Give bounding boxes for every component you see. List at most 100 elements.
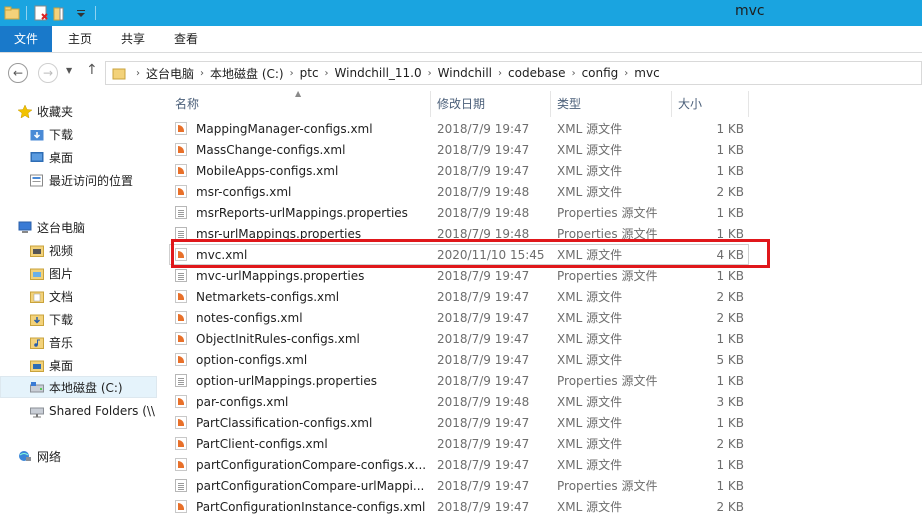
nav-downloads[interactable]: 下载 [0,123,157,145]
nav-desktop[interactable]: 桌面 [0,146,157,168]
column-header-date[interactable]: 修改日期 [431,91,551,117]
file-date: 2018/7/9 19:47 [437,352,530,367]
properties-file-icon [175,269,187,282]
tab-file[interactable]: 文件 [0,26,52,52]
nav-local-disk[interactable]: 本地磁盘 (C:) [0,376,157,398]
file-date: 2018/7/9 19:47 [437,163,530,178]
file-type: XML 源文件 [557,164,623,178]
address-bar[interactable]: › 这台电脑 › 本地磁盘 (C:) › ptc › Windchill_11.… [105,61,922,85]
file-row[interactable]: partConfigurationCompare-urlMappi... 2018… [169,475,749,496]
nav-downloads-pc[interactable]: 下载 [0,308,157,330]
forward-button[interactable]: → [38,63,58,83]
folder-icon[interactable] [4,5,20,21]
file-row[interactable]: PartConfigurationInstance-configs.xml 201… [169,496,749,517]
nav-pictures[interactable]: 图片 [0,262,157,284]
new-folder-icon[interactable] [53,5,69,21]
tab-home[interactable]: 主页 [60,26,100,52]
nav-recent-places[interactable]: 最近访问的位置 [0,169,157,191]
file-date: 2018/7/9 19:47 [437,436,530,451]
customize-toolbar-icon[interactable] [73,5,89,21]
breadcrumb-windchill-11[interactable]: Windchill_11.0 [335,66,422,80]
file-row[interactable]: Netmarkets-configs.xml 2018/7/9 19:47 XML … [169,286,749,307]
back-button[interactable]: ← [8,63,28,83]
file-name: PartConfigurationInstance-configs.xml [196,499,426,514]
file-date: 2018/7/9 19:47 [437,457,530,472]
file-row[interactable]: MappingManager-configs.xml 2018/7/9 19:47… [169,118,749,139]
breadcrumb-windchill[interactable]: Windchill [438,66,492,80]
file-name-cell: MobileApps-configs.xml [169,164,431,178]
nav-label: 图片 [49,266,74,281]
recent-places-icon [30,174,44,187]
file-date: 2018/7/9 19:47 [437,415,530,430]
file-row[interactable]: option-urlMappings.properties 2018/7/9 19… [169,370,749,391]
file-row[interactable]: option-configs.xml 2018/7/9 19:47 XML 源文件 5… [169,349,749,370]
xml-file-icon [175,437,187,450]
title-bar: mvc [0,0,922,26]
file-row[interactable]: mvc-urlMappings.properties 2018/7/9 19:47… [169,265,749,286]
file-type: XML 源文件 [557,290,623,304]
chevron-right-icon[interactable]: › [428,68,432,79]
file-row[interactable]: msr-configs.xml 2018/7/9 19:48 XML 源文件 2 KB [169,181,749,202]
file-row[interactable]: ObjectInitRules-configs.xml 2018/7/9 19:4… [169,328,749,349]
file-size: 1 KB [716,142,744,157]
file-name-cell: partConfigurationCompare-urlMappi... [169,479,431,493]
file-name: partConfigurationCompare-configs.x... [196,457,427,472]
file-date: 2018/7/9 19:47 [437,142,530,157]
column-header-size[interactable]: 大小 [672,91,749,117]
chevron-right-icon[interactable]: › [498,68,502,79]
drive-icon [30,381,44,394]
recent-locations-button[interactable]: ▼ [66,66,72,75]
file-name: partConfigurationCompare-urlMappi... [196,478,425,493]
file-date: 2018/7/9 19:47 [437,121,530,136]
tab-share[interactable]: 共享 [113,26,153,52]
file-row[interactable]: par-configs.xml 2018/7/9 19:48 XML 源文件 3 KB [169,391,749,412]
properties-icon[interactable] [33,5,49,21]
file-date: 2018/7/9 19:48 [437,394,530,409]
file-name-cell: option-configs.xml [169,353,431,367]
file-row[interactable]: msrReports-urlMappings.properties 2018/7/… [169,202,749,223]
breadcrumb-local-disk[interactable]: 本地磁盘 (C:) [210,65,284,82]
properties-file-icon [175,374,187,387]
breadcrumb-mvc[interactable]: mvc [634,66,659,80]
chevron-right-icon[interactable]: › [572,68,576,79]
arrow-left-icon: ← [12,66,24,80]
column-header-name[interactable]: 名称 [169,91,431,117]
chevron-right-icon[interactable]: › [624,68,628,79]
nav-desktop-pc[interactable]: 桌面 [0,354,157,376]
nav-shared-folders[interactable]: Shared Folders (\\ [0,400,157,422]
file-name-cell: mvc-urlMappings.properties [169,269,431,283]
breadcrumb-codebase[interactable]: codebase [508,66,566,80]
file-type: XML 源文件 [557,143,623,157]
file-row[interactable]: notes-configs.xml 2018/7/9 19:47 XML 源文件 2 … [169,307,749,328]
file-row[interactable]: MobileApps-configs.xml 2018/7/9 19:47 XML … [169,160,749,181]
chevron-right-icon[interactable]: › [290,68,294,79]
nav-network[interactable]: 网络 [0,445,157,467]
breadcrumb-ptc[interactable]: ptc [300,66,319,80]
file-name-cell: partConfigurationCompare-configs.x... [169,458,431,472]
xml-file-icon [175,164,187,177]
nav-label: 文档 [49,289,74,304]
nav-documents[interactable]: 文档 [0,285,157,307]
file-row[interactable]: partConfigurationCompare-configs.x... 201… [169,454,749,475]
tab-view[interactable]: 查看 [166,26,206,52]
nav-videos[interactable]: 视频 [0,239,157,261]
xml-file-icon [175,500,187,513]
nav-favorites[interactable]: 收藏夹 [0,100,157,122]
up-button[interactable]: ↑ [86,62,98,78]
nav-label: 收藏夹 [37,104,74,119]
file-type: XML 源文件 [557,416,623,430]
file-size: 1 KB [716,205,744,220]
nav-music[interactable]: 音乐 [0,331,157,353]
nav-label: 这台电脑 [37,220,86,235]
chevron-right-icon[interactable]: › [200,68,204,79]
file-row[interactable]: PartClassification-configs.xml 2018/7/9 1… [169,412,749,433]
file-date: 2018/7/9 19:47 [437,373,530,388]
breadcrumb-this-pc[interactable]: 这台电脑 [146,65,194,82]
file-row[interactable]: PartClient-configs.xml 2018/7/9 19:47 XML … [169,433,749,454]
file-name: msrReports-urlMappings.properties [196,205,408,220]
column-header-type[interactable]: 类型 [551,91,672,117]
breadcrumb-config[interactable]: config [582,66,619,80]
chevron-right-icon[interactable]: › [325,68,329,79]
nav-this-pc[interactable]: 这台电脑 [0,216,157,238]
file-row[interactable]: MassChange-configs.xml 2018/7/9 19:47 XML … [169,139,749,160]
